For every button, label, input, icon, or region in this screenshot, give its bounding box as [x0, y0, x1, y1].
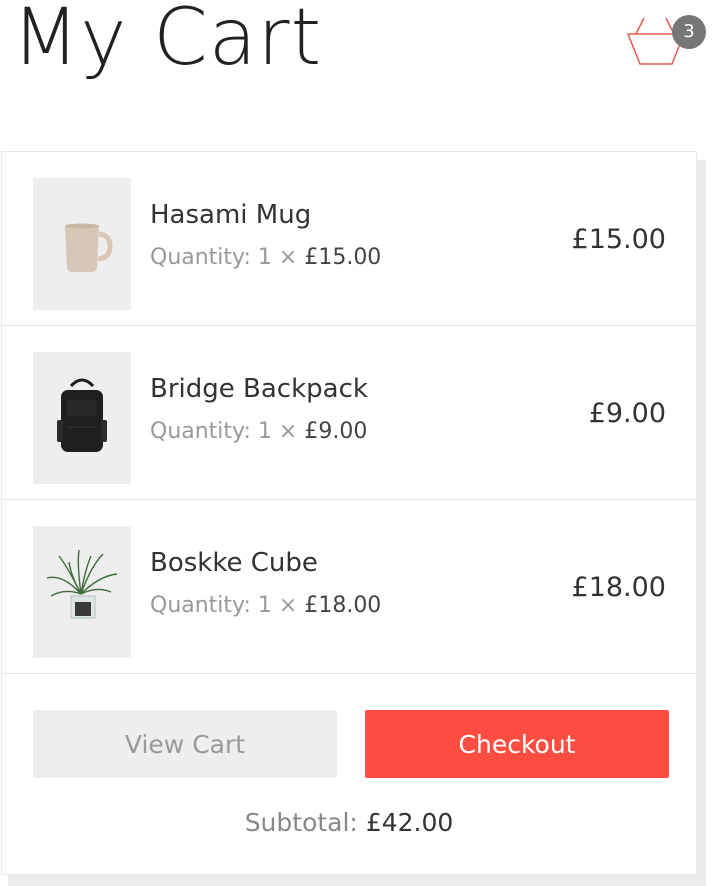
subtotal-label: Subtotal: [244, 808, 358, 837]
cart-item[interactable]: Hasami Mug Quantity: 1 × £15.00 £15.00 [2, 152, 696, 326]
unit-price: £15.00 [304, 245, 382, 270]
view-cart-button[interactable]: View Cart [33, 710, 337, 778]
cart-item[interactable]: Bridge Backpack Quantity: 1 × £9.00 £9.0… [2, 326, 696, 500]
cart-button[interactable]: 3 [622, 12, 708, 70]
quantity-value: 1 [257, 245, 272, 270]
unit-price: £18.00 [304, 593, 382, 618]
item-name[interactable]: Hasami Mug [150, 200, 311, 230]
subtotal-amount: £42.00 [365, 808, 454, 837]
plant-image[interactable] [33, 526, 131, 658]
times-sign: × [278, 593, 298, 618]
item-name[interactable]: Bridge Backpack [150, 374, 368, 404]
quantity-label: Quantity: [150, 593, 251, 618]
quantity-label: Quantity: [150, 245, 251, 270]
checkout-button[interactable]: Checkout [365, 710, 669, 778]
quantity-label: Quantity: [150, 419, 251, 444]
times-sign: × [278, 419, 298, 444]
item-quantity: Quantity: 1 × £9.00 [150, 419, 367, 444]
times-sign: × [278, 245, 298, 270]
cart-item[interactable]: Boskke Cube Quantity: 1 × £18.00 £18.00 [2, 500, 696, 674]
item-total: £18.00 [571, 572, 666, 603]
backpack-image[interactable] [33, 352, 131, 484]
item-total: £9.00 [588, 398, 666, 429]
cart-count-badge: 3 [672, 15, 706, 49]
quantity-value: 1 [257, 593, 272, 618]
unit-price: £9.00 [304, 419, 368, 444]
item-total: £15.00 [571, 224, 666, 255]
item-quantity: Quantity: 1 × £15.00 [150, 245, 381, 270]
cart-panel: Hasami Mug Quantity: 1 × £15.00 £15.00 B… [1, 151, 697, 875]
quantity-value: 1 [257, 419, 272, 444]
item-quantity: Quantity: 1 × £18.00 [150, 593, 381, 618]
page-title: My Cart [12, 0, 323, 83]
subtotal: Subtotal: £42.00 [2, 808, 696, 837]
mug-image[interactable] [33, 178, 131, 310]
item-name[interactable]: Boskke Cube [150, 548, 318, 578]
